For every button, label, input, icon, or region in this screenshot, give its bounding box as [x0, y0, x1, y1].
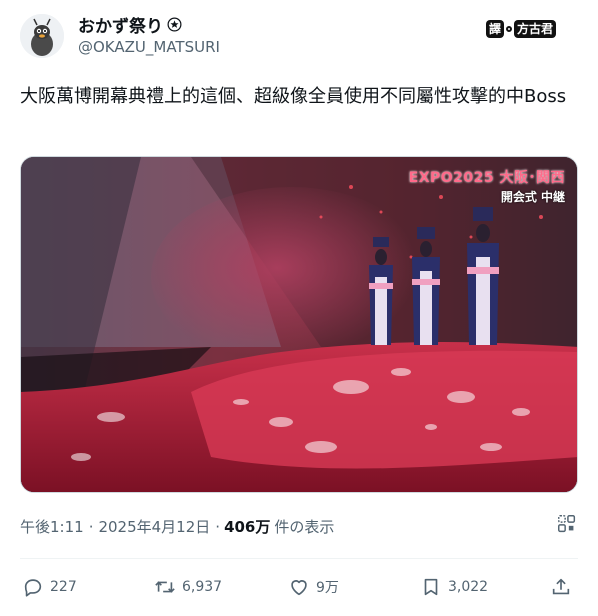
bookmark-icon — [424, 578, 438, 596]
bookmark-button[interactable]: 3,022 — [420, 572, 488, 602]
author-name-row[interactable]: おかず祭り — [78, 12, 182, 37]
divider — [20, 558, 578, 559]
action-bar: 227 6,937 9万 3,022 — [20, 572, 578, 606]
watermark-left: 譯 — [486, 20, 505, 38]
like-button[interactable]: 9万 — [288, 572, 339, 602]
watermark-right: 方古君 — [514, 20, 557, 38]
avatar[interactable] — [20, 14, 64, 58]
avatar-image — [20, 14, 64, 58]
tweet-time[interactable]: 午後1:11 — [20, 516, 84, 537]
share-icon — [552, 578, 570, 595]
tweet-video[interactable]: EXPO2025 大阪･関西 開会式 中継 — [20, 156, 578, 493]
translate-icon[interactable] — [556, 513, 578, 535]
tweet-meta: 午後1:11 · 2025年4月12日 · 406万 件の表示 — [20, 516, 334, 537]
heart-icon — [291, 580, 307, 596]
views-label[interactable]: 件の表示 — [274, 516, 334, 537]
overlay-expo-text: EXPO2025 大阪･関西 — [408, 170, 565, 186]
display-name[interactable]: おかず祭り — [78, 12, 163, 37]
reply-icon — [24, 579, 42, 597]
watermark: 譯 方古君 — [486, 19, 557, 39]
overlay-broadcast-text: 開会式 中継 — [500, 190, 565, 204]
like-count: 9万 — [316, 580, 339, 596]
circled-star-badge-icon — [167, 17, 182, 32]
tweet-text: 大阪萬博開幕典禮上的這個、超級像全員使用不同屬性攻擊的中Boss — [20, 86, 567, 107]
views-count[interactable]: 406万 — [224, 516, 270, 537]
retweet-icon — [155, 581, 175, 593]
bookmark-count: 3,022 — [448, 579, 489, 595]
tweet-date[interactable]: 2025年4月12日 — [98, 516, 210, 537]
video-frame — [21, 157, 577, 492]
video-overlay-title: EXPO2025 大阪･関西 開会式 中継 — [409, 167, 565, 205]
retweet-count: 6,937 — [182, 579, 223, 595]
watermark-dot-icon — [506, 26, 513, 32]
retweet-button[interactable]: 6,937 — [154, 572, 222, 602]
meta-separator: · — [215, 517, 221, 536]
reply-count: 227 — [50, 579, 77, 595]
share-button[interactable] — [550, 572, 572, 602]
author-handle[interactable]: @OKAZU_MATSURI — [78, 38, 220, 56]
reply-button[interactable]: 227 — [22, 572, 77, 602]
meta-separator: · — [88, 517, 94, 536]
